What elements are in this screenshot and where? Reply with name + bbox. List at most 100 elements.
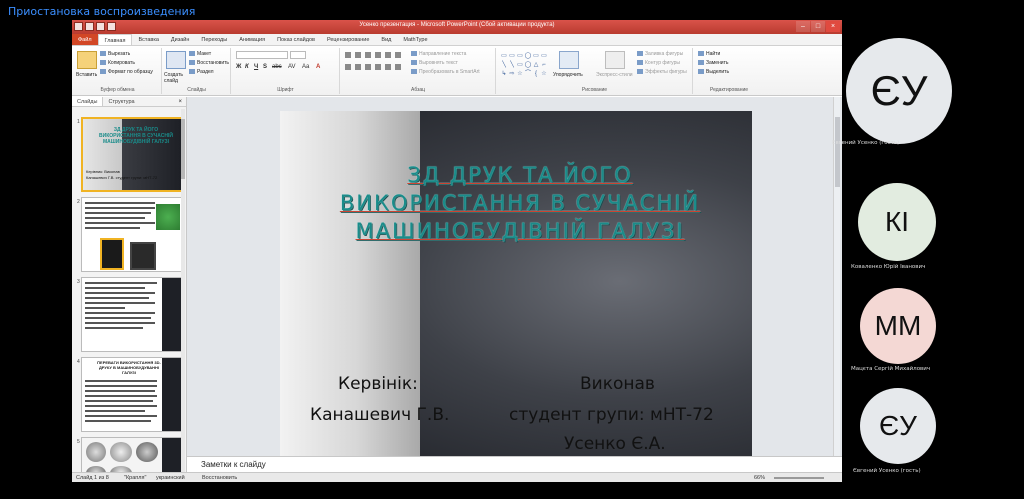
window-title: Усенко презентация - Microsoft PowerPoin… [359, 22, 555, 28]
spacing-button[interactable]: AV [288, 64, 296, 70]
tab-review[interactable]: Рецензирование [321, 34, 375, 45]
cut-button[interactable]: Вырезать [100, 51, 130, 57]
slide-title-line: МАШИНОБУДІВНІЙ ГАЛУЗІ [355, 219, 685, 243]
participant-name: Евгений Усенко (гость) [832, 140, 900, 146]
strikethrough-button[interactable]: abc [272, 64, 282, 70]
shapes-gallery[interactable]: ▭ ▭ ▭ ◯ ▭ ▭ ╲ ╲ ▭ ◯ △ ⌐ ↳ ⇨ ☆ ⌒{☆ [500, 52, 548, 80]
supervisor-label[interactable]: Кервінік: [338, 374, 418, 394]
text-direction-button[interactable]: Направление текста [411, 51, 466, 57]
tab-view[interactable]: Вид [375, 34, 397, 45]
zoom-slider[interactable] [774, 477, 824, 479]
thumb-number: 5 [77, 439, 80, 445]
select-icon [698, 69, 704, 75]
slide-thumbnail-1[interactable]: ЗД ДРУК ТА ЙОГО ВИКОРИСТАННЯ В СУЧАСНІЙ … [81, 117, 183, 192]
thumb-title: ПЕРЕВАГИ ВИКОРИСТАННЯ 3D-ДРУКУ В МАШИНОБ… [97, 360, 161, 375]
format-painter-button[interactable]: Формат по образцу [100, 69, 153, 75]
thumb-image [156, 204, 180, 230]
avatar[interactable]: ЄУ [846, 38, 952, 144]
italic-button[interactable]: К [245, 64, 249, 70]
ribbon: Вставить Вырезать Копировать Формат по о… [72, 46, 842, 96]
banner-text[interactable]: Приостановка воспроизведения [8, 5, 195, 18]
font-family-select[interactable] [236, 51, 288, 59]
new-slide-icon[interactable] [166, 51, 186, 69]
scroll-thumb[interactable] [835, 117, 840, 187]
executor-label[interactable]: Виконав [580, 374, 655, 394]
tab-file[interactable]: Файл [72, 34, 98, 45]
align-buttons[interactable] [345, 64, 405, 70]
executor-name[interactable]: Усенко Є.А. [564, 434, 666, 454]
section-button[interactable]: Раздел [189, 69, 214, 75]
reset-icon [189, 60, 195, 66]
paste-icon[interactable] [77, 51, 97, 69]
binoculars-icon [698, 51, 704, 57]
restore-status[interactable]: Восстановить [202, 475, 237, 481]
copy-button[interactable]: Копировать [100, 60, 135, 66]
ribbon-tabs: Файл Главная Вставка Дизайн Переходы Ани… [72, 34, 842, 46]
quick-styles-button[interactable]: Экспресс-стили [596, 72, 633, 78]
supervisor-name[interactable]: Канашевич Г.В. [310, 405, 449, 425]
top-banner: Приостановка воспроизведения [0, 0, 1024, 22]
tab-outline[interactable]: Структура [103, 97, 139, 106]
maximize-button[interactable]: □ [811, 21, 825, 32]
shape-effects-button[interactable]: Эффекты фигуры [637, 69, 687, 75]
tab-home[interactable]: Главная [97, 34, 133, 45]
align-text-button[interactable]: Выровнять текст [411, 60, 458, 66]
tab-slideshow[interactable]: Показ слайдов [271, 34, 321, 45]
arrange-icon[interactable] [559, 51, 579, 69]
slide-title[interactable]: ЗД ДРУК ТА ЙОГО ВИКОРИСТАННЯ В СУЧАСНІЙ … [320, 161, 720, 245]
text-direction-icon [411, 51, 417, 57]
panel-close-button[interactable]: × [174, 97, 186, 106]
tab-design[interactable]: Дизайн [165, 34, 196, 45]
shadow-button[interactable]: S [263, 64, 267, 70]
paste-button[interactable]: Вставить [76, 72, 97, 78]
arrange-button[interactable]: Упорядочить [553, 72, 583, 78]
replace-button[interactable]: Заменить [698, 60, 728, 66]
font-color-button[interactable]: A [316, 64, 320, 70]
avatar-initials: ЄУ [879, 410, 917, 441]
group-label-font: Шрифт [277, 87, 294, 93]
slide-thumbnail-4[interactable]: ПЕРЕВАГИ ВИКОРИСТАННЯ 3D-ДРУКУ В МАШИНОБ… [81, 357, 183, 432]
new-slide-button[interactable]: Создать слайд [164, 72, 188, 84]
layout-button[interactable]: Макет [189, 51, 211, 57]
avatar[interactable]: ЄУ [860, 388, 936, 464]
gear-image [86, 442, 106, 462]
tab-mathtype[interactable]: MathType [397, 34, 433, 45]
shape-outline-button[interactable]: Контур фигуры [637, 60, 680, 66]
slide-thumbnail-2[interactable] [81, 197, 183, 272]
tab-slides[interactable]: Слайды [72, 97, 104, 106]
panel-tabs: Слайды Структура × [72, 97, 186, 107]
notes-pane-area[interactable]: Заметки к слайду [187, 456, 842, 472]
find-button[interactable]: Найти [698, 51, 720, 57]
avatar[interactable]: КІ [858, 183, 936, 261]
slide-thumbnail-3[interactable] [81, 277, 183, 352]
panel-scrollbar[interactable] [181, 109, 185, 479]
smartart-icon [411, 69, 417, 75]
zoom-level[interactable]: 66% [754, 475, 765, 481]
current-slide[interactable]: ЗД ДРУК ТА ЙОГО ВИКОРИСТАННЯ В СУЧАСНІЙ … [280, 111, 752, 466]
close-button[interactable]: × [826, 21, 840, 32]
scroll-thumb[interactable] [181, 119, 185, 179]
layout-icon [189, 51, 195, 57]
thumb-number: 2 [77, 199, 80, 205]
brush-icon [100, 69, 106, 75]
underline-button[interactable]: Ч [254, 64, 258, 70]
tab-transitions[interactable]: Переходы [195, 34, 233, 45]
minimize-button[interactable]: – [796, 21, 810, 32]
bold-button[interactable]: Ж [236, 64, 241, 70]
select-button[interactable]: Выделить [698, 69, 729, 75]
reset-button[interactable]: Восстановить [189, 60, 229, 66]
tab-animations[interactable]: Анимация [233, 34, 271, 45]
change-case-button[interactable]: Aa [302, 64, 309, 70]
smartart-button[interactable]: Преобразовать в SmartArt [411, 69, 480, 75]
avatar[interactable]: ММ [860, 288, 936, 364]
thumb-printer-image [100, 238, 124, 270]
shape-fill-button[interactable]: Заливка фигуры [637, 51, 683, 57]
executor-group[interactable]: студент групи: мНТ-72 [509, 405, 714, 425]
avatar-initials: ЄУ [870, 67, 928, 114]
language[interactable]: украинский [156, 475, 185, 481]
tab-insert[interactable]: Вставка [132, 34, 164, 45]
quick-styles-icon[interactable] [605, 51, 625, 69]
font-size-select[interactable] [290, 51, 306, 59]
list-buttons[interactable] [345, 52, 405, 58]
slide-scrollbar[interactable] [833, 97, 840, 474]
